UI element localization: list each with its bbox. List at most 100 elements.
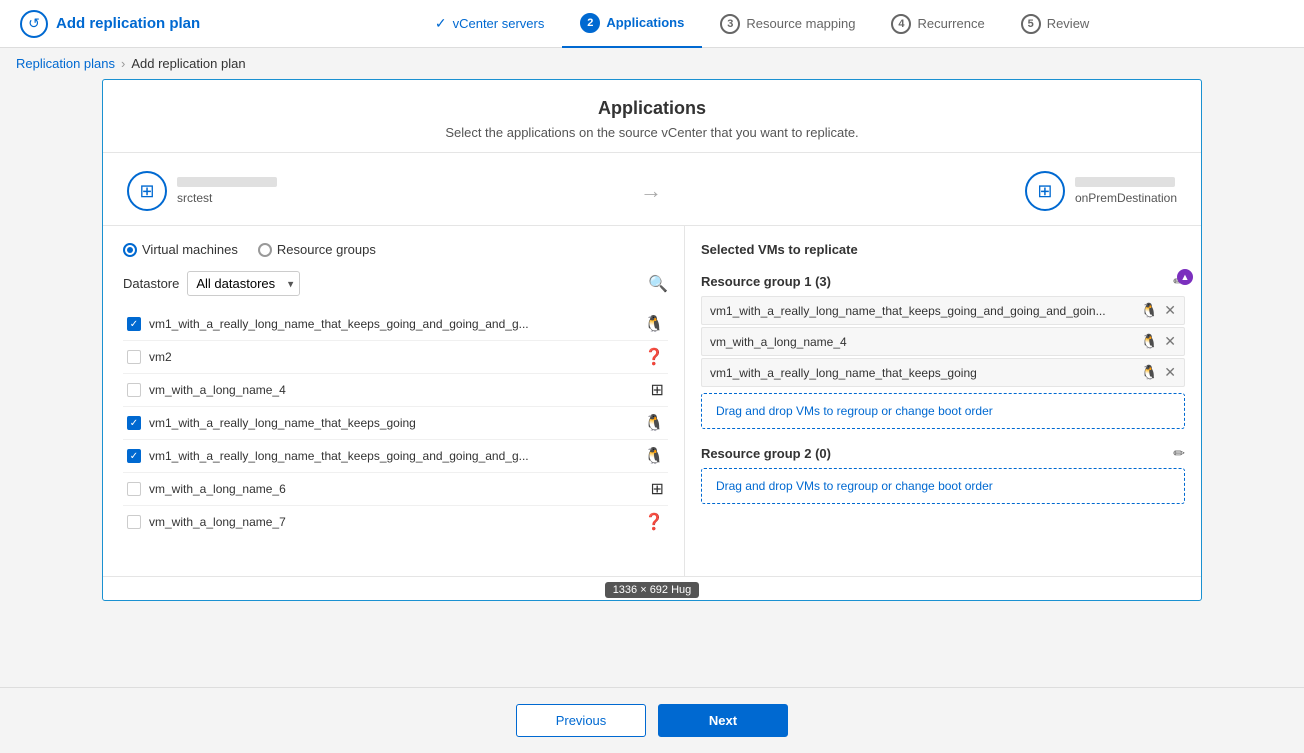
- step-applications-label: Applications: [606, 15, 684, 30]
- datastore-select-wrap[interactable]: All datastores: [187, 271, 300, 296]
- rg-vm-row: vm_with_a_long_name_4 🐧 ✕: [701, 327, 1185, 356]
- step-applications[interactable]: 2 Applications: [562, 0, 702, 48]
- list-item: ✓ vm1_with_a_really_long_name_that_keeps…: [123, 440, 668, 473]
- step-recurrence-label: Recurrence: [917, 16, 984, 31]
- list-item: vm_with_a_long_name_6 ⊞: [123, 473, 668, 506]
- step-review-label: Review: [1047, 16, 1090, 31]
- source-vcenter-name-bar: [177, 177, 277, 187]
- dest-vcenter: ⊞ onPremDestination: [1025, 171, 1177, 211]
- vm-name-6: vm_with_a_long_name_7: [149, 515, 636, 529]
- rg2-drag-drop-zone[interactable]: Drag and drop VMs to regroup or change b…: [701, 468, 1185, 504]
- rg1-edit-wrap: ✏ ▲: [1173, 273, 1185, 290]
- dimension-hint: 1336 × 692 Hug: [605, 582, 700, 598]
- datastore-select[interactable]: All datastores: [187, 271, 300, 296]
- rg1-vm-close-2[interactable]: ✕: [1164, 364, 1176, 381]
- step-applications-number: 2: [580, 13, 600, 33]
- app-logo-icon: ↺: [20, 10, 48, 38]
- dest-vcenter-info: onPremDestination: [1075, 177, 1177, 205]
- rg1-vm-name-2: vm1_with_a_really_long_name_that_keeps_g…: [710, 366, 1135, 380]
- step-vcenter[interactable]: ✓ vCenter servers: [417, 0, 562, 48]
- vm-type-radio-group: Virtual machines Resource groups: [123, 242, 668, 257]
- search-icon[interactable]: 🔍: [648, 274, 668, 294]
- wizard-card: Applications Select the applications on …: [102, 79, 1202, 601]
- step-recurrence[interactable]: 4 Recurrence: [873, 0, 1002, 48]
- previous-button[interactable]: Previous: [516, 704, 646, 737]
- nav-steps: ✓ vCenter servers 2 Applications 3 Resou…: [240, 0, 1284, 48]
- card-header: Applications Select the applications on …: [103, 80, 1201, 153]
- rg1-title: Resource group 1 (3): [701, 274, 831, 289]
- step-review[interactable]: 5 Review: [1003, 0, 1108, 48]
- list-item: ✓ vm1_with_a_really_long_name_that_keeps…: [123, 308, 668, 341]
- card-title: Applications: [127, 98, 1177, 119]
- main-content: Applications Select the applications on …: [0, 79, 1304, 617]
- vm-name-4: vm1_with_a_really_long_name_that_keeps_g…: [149, 449, 636, 463]
- vm-checkbox-6[interactable]: [127, 515, 141, 529]
- rg1-vm-os-0: 🐧: [1141, 302, 1158, 319]
- list-item: vm_with_a_long_name_4 ⊞: [123, 374, 668, 407]
- step-review-number: 5: [1021, 14, 1041, 34]
- rg1-drag-drop-zone[interactable]: Drag and drop VMs to regroup or change b…: [701, 393, 1185, 429]
- step-resource-mapping-label: Resource mapping: [746, 16, 855, 31]
- vm-name-0: vm1_with_a_really_long_name_that_keeps_g…: [149, 317, 636, 331]
- rg-vm-row: vm1_with_a_really_long_name_that_keeps_g…: [701, 296, 1185, 325]
- vm-checkbox-3[interactable]: ✓: [127, 416, 141, 430]
- list-item: ✓ vm1_with_a_really_long_name_that_keeps…: [123, 407, 668, 440]
- rg1-vm-close-1[interactable]: ✕: [1164, 333, 1176, 350]
- resource-group-1: Resource group 1 (3) ✏ ▲ vm1_with_a_real…: [701, 269, 1185, 429]
- dest-vcenter-label: onPremDestination: [1075, 191, 1177, 205]
- radio-rg-dot: [258, 243, 272, 257]
- vm-name-2: vm_with_a_long_name_4: [149, 383, 643, 397]
- dest-vcenter-icon: ⊞: [1025, 171, 1065, 211]
- radio-vms[interactable]: Virtual machines: [123, 242, 238, 257]
- step-check-icon: ✓: [435, 15, 447, 32]
- vm-os-icon-4: 🐧: [644, 446, 664, 466]
- card-subtitle: Select the applications on the source vC…: [127, 125, 1177, 140]
- rg-vm-row: vm1_with_a_really_long_name_that_keeps_g…: [701, 358, 1185, 387]
- breadcrumb: Replication plans › Add replication plan: [0, 48, 1304, 79]
- next-button[interactable]: Next: [658, 704, 788, 737]
- vm-os-icon-5: ⊞: [651, 479, 664, 499]
- list-item: vm_with_a_long_name_7 ❓: [123, 506, 668, 538]
- datastore-row: Datastore All datastores 🔍: [123, 271, 668, 296]
- vm-os-icon-1: ❓: [644, 347, 664, 367]
- vcenter-arrow-icon: →: [277, 178, 1025, 204]
- vm-os-icon-3: 🐧: [644, 413, 664, 433]
- rg2-edit-icon[interactable]: ✏: [1173, 445, 1185, 462]
- radio-vms-dot: [123, 243, 137, 257]
- rg2-header: Resource group 2 (0) ✏: [701, 441, 1185, 468]
- radio-rg[interactable]: Resource groups: [258, 242, 376, 257]
- vcenter-row: ⊞ srctest → ⊞ onPremDestination: [103, 153, 1201, 226]
- vm-checkbox-1[interactable]: [127, 350, 141, 364]
- rg1-vm-close-0[interactable]: ✕: [1164, 302, 1176, 319]
- vm-checkbox-2[interactable]: [127, 383, 141, 397]
- vm-list: ✓ vm1_with_a_really_long_name_that_keeps…: [123, 308, 668, 538]
- vm-checkbox-0[interactable]: ✓: [127, 317, 141, 331]
- list-item: vm2 ❓: [123, 341, 668, 374]
- breadcrumb-parent[interactable]: Replication plans: [16, 56, 115, 71]
- radio-rg-label: Resource groups: [277, 242, 376, 257]
- vm-name-3: vm1_with_a_really_long_name_that_keeps_g…: [149, 416, 636, 430]
- step-resource-mapping-number: 3: [720, 14, 740, 34]
- breadcrumb-current: Add replication plan: [131, 56, 245, 71]
- breadcrumb-separator: ›: [121, 56, 125, 71]
- datastore-label: Datastore: [123, 276, 179, 291]
- source-vcenter-label: srctest: [177, 191, 277, 205]
- vm-checkbox-5[interactable]: [127, 482, 141, 496]
- bottom-bar: Previous Next: [0, 687, 1304, 753]
- vm-name-5: vm_with_a_long_name_6: [149, 482, 643, 496]
- source-vcenter: ⊞ srctest: [127, 171, 277, 211]
- source-vcenter-info: srctest: [177, 177, 277, 205]
- step-recurrence-number: 4: [891, 14, 911, 34]
- rg2-title: Resource group 2 (0): [701, 446, 831, 461]
- rg1-vm-name-1: vm_with_a_long_name_4: [710, 335, 1135, 349]
- vm-name-1: vm2: [149, 350, 636, 364]
- step-resource-mapping[interactable]: 3 Resource mapping: [702, 0, 873, 48]
- app-title: Add replication plan: [56, 15, 200, 32]
- card-body: Virtual machines Resource groups Datasto…: [103, 226, 1201, 576]
- rg1-vm-os-1: 🐧: [1141, 333, 1158, 350]
- rg1-vm-list: vm1_with_a_really_long_name_that_keeps_g…: [701, 296, 1185, 387]
- vm-os-icon-0: 🐧: [644, 314, 664, 334]
- vm-checkbox-4[interactable]: ✓: [127, 449, 141, 463]
- rg1-header: Resource group 1 (3) ✏ ▲: [701, 269, 1185, 296]
- rg1-vm-os-2: 🐧: [1141, 364, 1158, 381]
